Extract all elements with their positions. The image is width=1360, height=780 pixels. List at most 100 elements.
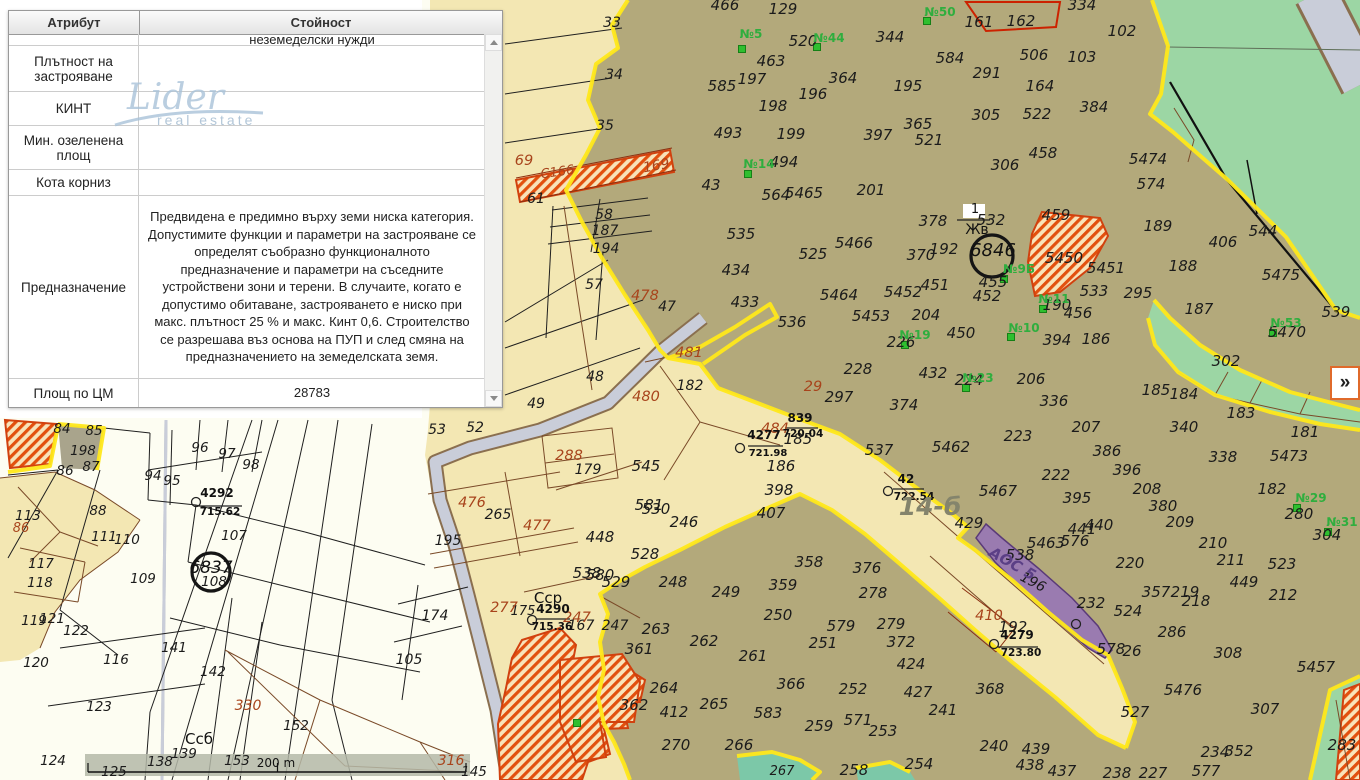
- map-label: 265: [700, 695, 729, 713]
- map-label: 265: [485, 507, 512, 523]
- map-label: 209: [1166, 513, 1195, 531]
- map-label: 164: [1026, 77, 1055, 95]
- map-label: 61: [527, 191, 545, 207]
- map-label: 218: [1182, 592, 1211, 610]
- map-label: 141: [161, 640, 187, 656]
- attribute-row[interactable]: Плътност на застрояване: [9, 46, 485, 92]
- map-label: 258: [840, 761, 869, 779]
- map-label: 211: [1217, 551, 1246, 569]
- map-label: 124: [40, 753, 66, 769]
- attribute-label: Мин. озеленена площ: [9, 126, 139, 169]
- map-label: 87: [82, 459, 100, 475]
- map-label: 194: [593, 241, 620, 257]
- map-label: 102: [1108, 22, 1137, 40]
- scroll-down-icon[interactable]: [485, 390, 502, 407]
- map-label: Жв: [965, 222, 988, 238]
- attribute-row[interactable]: ПредназначениеПредвидена е предимно върх…: [9, 196, 485, 379]
- map-label: 139: [171, 746, 197, 762]
- map-label: 181: [1291, 423, 1320, 441]
- map-label: 197: [738, 70, 767, 88]
- map-label: №53: [1270, 316, 1301, 330]
- map-label: 448: [586, 528, 615, 546]
- map-label: 480: [632, 389, 660, 405]
- map-label: 97: [218, 446, 236, 462]
- map-label: 85: [85, 423, 102, 439]
- map-label: 359: [769, 576, 798, 594]
- map-label: 307: [1251, 700, 1280, 718]
- map-label: 721.98: [749, 448, 788, 459]
- expand-panel-button[interactable]: »: [1330, 366, 1360, 400]
- map-label: 451: [921, 276, 950, 294]
- map-label: 5452: [884, 283, 922, 301]
- map-label: 723.80: [1001, 647, 1042, 659]
- map-label: 478: [631, 288, 659, 304]
- map-label: 201: [857, 181, 886, 199]
- map-label: 4292: [200, 486, 233, 500]
- map-label: 4277: [747, 428, 780, 442]
- map-label: 720.04: [783, 428, 824, 440]
- attribute-row[interactable]: неземеделски нужди: [9, 34, 485, 46]
- map-label: 246: [670, 513, 699, 531]
- map-label: 95: [163, 473, 180, 489]
- attribute-row[interactable]: КИНТ: [9, 92, 485, 126]
- attribute-label: КИНТ: [9, 92, 139, 125]
- map-label: 212: [1269, 586, 1298, 604]
- scroll-up-icon[interactable]: [485, 34, 502, 51]
- map-label: 35: [596, 118, 614, 134]
- attribute-row[interactable]: Мин. озеленена площ: [9, 126, 485, 170]
- map-label: 125: [101, 764, 127, 780]
- map-label: 111: [91, 529, 117, 545]
- map-label: №14: [743, 157, 774, 171]
- map-label: 248: [659, 573, 688, 591]
- map-label: №9Б: [1003, 262, 1035, 276]
- map-label: №10: [1008, 321, 1039, 335]
- map-label: 334: [1068, 0, 1097, 14]
- map-label: 208: [1133, 480, 1162, 498]
- map-label: 476: [458, 495, 486, 511]
- map-label: 195: [894, 77, 923, 95]
- map-label: 53: [428, 422, 446, 438]
- map-label: 43: [701, 176, 720, 194]
- map-label: 152: [283, 718, 309, 734]
- map-label: 52: [466, 420, 484, 436]
- map-label: 198: [70, 443, 96, 459]
- attribute-row[interactable]: Кота корниз: [9, 170, 485, 196]
- map-label: 48: [586, 369, 604, 385]
- map-label: 528: [631, 545, 660, 563]
- column-header-attribute: Атрибут: [9, 11, 140, 34]
- map-label: 5476: [1164, 681, 1202, 699]
- attribute-value: [139, 170, 485, 195]
- map-label: 440: [1085, 516, 1114, 534]
- attribute-value: неземеделски нужди: [139, 34, 485, 45]
- map-label: 578: [1097, 640, 1126, 658]
- map-label: 529: [602, 573, 631, 591]
- map-label: №29: [1295, 491, 1326, 505]
- attribute-value: [139, 46, 485, 91]
- map-label: 583: [754, 704, 783, 722]
- map-label: 247: [602, 618, 629, 634]
- map-label: 434: [722, 261, 751, 279]
- map-label: 204: [912, 306, 941, 324]
- map-label: 432: [919, 364, 948, 382]
- map-label: 253: [869, 722, 898, 740]
- green-point-marker-icon[interactable]: [739, 46, 746, 53]
- map-label: 366: [777, 675, 806, 693]
- green-point-marker-icon[interactable]: [574, 720, 581, 727]
- map-label: 196: [799, 85, 828, 103]
- map-label: 33: [603, 15, 621, 31]
- map-label: 47: [658, 299, 676, 315]
- column-header-value: Стойност: [140, 11, 502, 34]
- map-label: 364: [829, 69, 858, 87]
- map-label: 579: [827, 617, 856, 635]
- map-label: 183: [1227, 404, 1256, 422]
- green-point-marker-icon[interactable]: [745, 171, 752, 178]
- attribute-value: [139, 126, 485, 169]
- map-label: 297: [825, 388, 854, 406]
- map-label: 227: [1139, 764, 1168, 780]
- attribute-row[interactable]: Площ по ЦМ28783: [9, 379, 485, 407]
- panel-scrollbar[interactable]: [484, 34, 502, 407]
- map-label: Ссб: [185, 730, 213, 748]
- map-label: 6837: [189, 558, 232, 578]
- map-label: 57: [585, 277, 603, 293]
- map-label: 459: [1042, 206, 1071, 224]
